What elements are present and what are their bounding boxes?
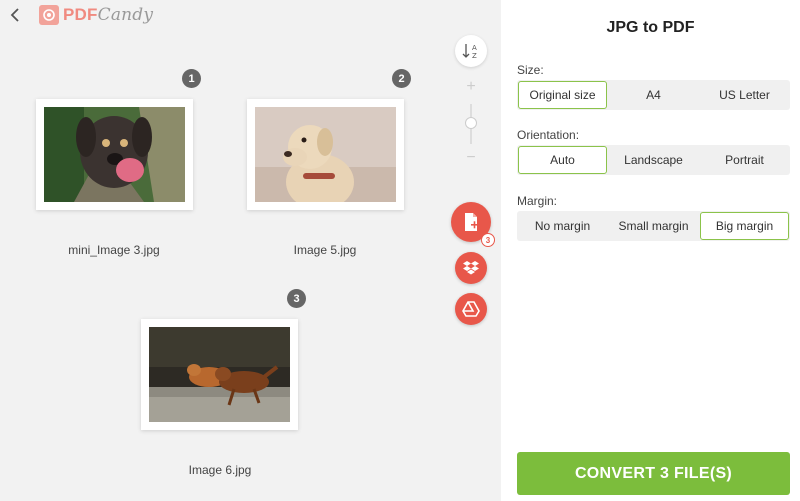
file-thumbnail[interactable] <box>36 99 193 210</box>
margin-selector: No margin Small margin Big margin <box>517 211 790 241</box>
logo-text: PDFCandy <box>63 5 154 25</box>
file-count-badge: 3 <box>481 233 495 247</box>
sort-az-button[interactable]: A Z <box>455 35 487 67</box>
margin-label: Margin: <box>517 194 558 208</box>
zoom-slider-handle[interactable] <box>465 117 477 129</box>
margin-option-big[interactable]: Big margin <box>700 212 789 240</box>
add-file-icon <box>465 213 478 231</box>
file-name-label: Image 6.jpg <box>188 463 252 477</box>
orientation-label: Orientation: <box>517 128 580 142</box>
google-drive-icon <box>462 301 480 317</box>
convert-button[interactable]: CONVERT 3 FILE(S) <box>517 452 790 495</box>
svg-text:A: A <box>472 44 477 52</box>
orientation-option-portrait[interactable]: Portrait <box>700 146 789 174</box>
file-workspace: PDFCandy 1 mini_Image 3.jpg 2 Image 5.jp… <box>0 0 501 501</box>
size-option-us-letter[interactable]: US Letter <box>700 81 789 109</box>
sort-az-icon: A Z <box>462 44 477 60</box>
zoom-plus-icon[interactable]: + <box>463 79 479 95</box>
labrador-photo-image <box>255 107 396 202</box>
settings-panel: JPG to PDF Size: Original size A4 US Let… <box>501 0 800 501</box>
zoom-minus-icon[interactable]: − <box>463 150 479 166</box>
file-name-label: Image 5.jpg <box>293 243 357 257</box>
orientation-selector: Auto Landscape Portrait <box>517 145 790 175</box>
margin-option-none[interactable]: No margin <box>518 212 607 240</box>
google-drive-button[interactable] <box>455 293 487 325</box>
running-dogs-photo-image <box>149 327 290 422</box>
size-label: Size: <box>517 63 544 77</box>
file-name-label: mini_Image 3.jpg <box>68 243 160 257</box>
margin-option-small[interactable]: Small margin <box>609 212 698 240</box>
file-thumbnail[interactable] <box>141 319 298 430</box>
size-option-original[interactable]: Original size <box>518 81 607 109</box>
dropbox-button[interactable] <box>455 252 487 284</box>
file-order-badge: 3 <box>287 289 306 308</box>
back-arrow-icon[interactable] <box>8 6 24 24</box>
file-thumbnail[interactable] <box>247 99 404 210</box>
pdfcandy-logo[interactable]: PDFCandy <box>39 5 153 25</box>
svg-text:Z: Z <box>472 52 477 60</box>
orientation-option-landscape[interactable]: Landscape <box>609 146 698 174</box>
file-order-badge: 1 <box>182 69 201 88</box>
dog-photo-image <box>44 107 185 202</box>
file-order-badge: 2 <box>392 69 411 88</box>
size-selector: Original size A4 US Letter <box>517 80 790 110</box>
size-option-a4[interactable]: A4 <box>609 81 698 109</box>
orientation-option-auto[interactable]: Auto <box>518 146 607 174</box>
page-title: JPG to PDF <box>606 19 695 36</box>
dropbox-icon <box>463 261 479 275</box>
candy-logo-icon <box>39 5 59 25</box>
